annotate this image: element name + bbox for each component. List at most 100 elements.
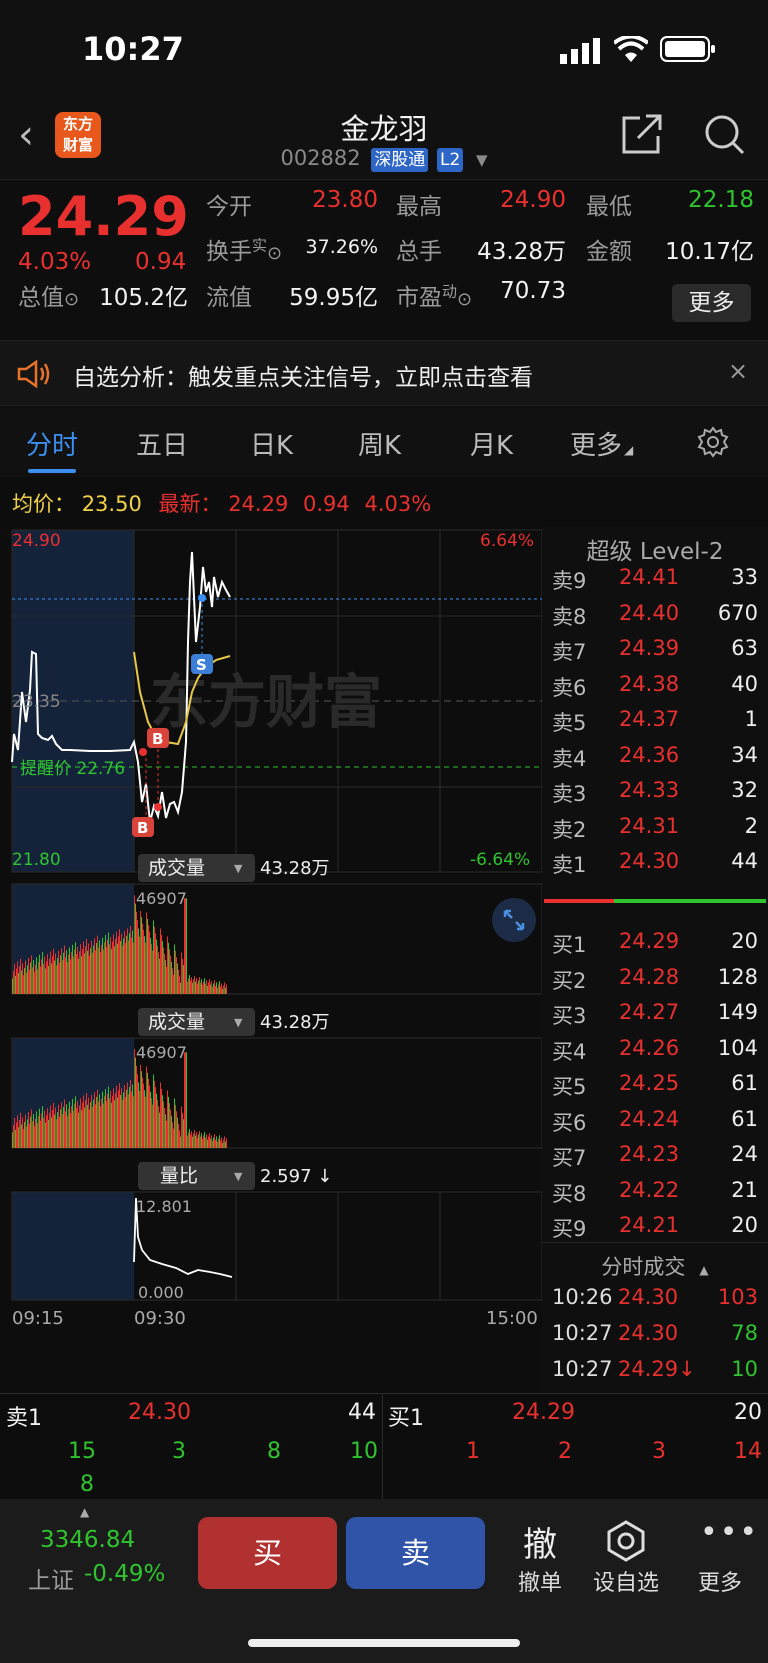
volume-bar <box>196 1132 197 1148</box>
volume-bar <box>168 1096 169 1148</box>
volume-bar <box>143 929 144 994</box>
ask-row[interactable]: 卖7 24.39 63 <box>542 636 768 671</box>
add-watchlist-label[interactable]: 设自选 <box>586 1565 666 1597</box>
ask-price: 24.33 <box>618 778 680 802</box>
share-icon[interactable] <box>620 112 664 156</box>
tab-monthly[interactable]: 月K <box>470 425 513 462</box>
open-value: 23.80 <box>312 187 378 213</box>
volume-bar <box>111 1102 112 1148</box>
search-icon[interactable] <box>702 112 746 156</box>
bid-row[interactable]: 买2 24.28 128 <box>542 965 768 1000</box>
bid-row[interactable]: 买4 24.26 104 <box>542 1036 768 1071</box>
volume-bar <box>160 1082 161 1148</box>
cancel-order-label[interactable]: 撤单 <box>504 1565 576 1597</box>
volume-bar <box>109 1098 110 1148</box>
bid-row[interactable]: 买5 24.25 61 <box>542 1071 768 1106</box>
level2-title: 超级 Level-2 <box>586 539 724 565</box>
volume-bar <box>163 947 164 994</box>
volume-bar <box>135 903 136 994</box>
volume-bar <box>178 1123 179 1148</box>
intraday-chart[interactable]: 东方财富 S B B 24.90 6.64% 23.35 提醒价 22.76 2… <box>0 522 542 1392</box>
level2-panel[interactable]: 超级 Level-2 卖9 24.41 33 卖8 24.40 670 卖7 24.39 63 卖… <box>542 527 768 1242</box>
ask-row[interactable]: 卖1 24.30 44 <box>542 849 768 884</box>
volume-bar <box>15 975 16 994</box>
volume-bar <box>201 1133 202 1148</box>
hk-connect-badge: 深股通 <box>371 148 429 172</box>
volume-bar <box>100 1106 101 1148</box>
ratio-value: 2.597 ↓ <box>260 1166 332 1187</box>
volume-bar <box>59 962 60 994</box>
expand-button[interactable] <box>492 898 536 942</box>
volume-bar <box>132 930 133 994</box>
volume-bar <box>71 1106 72 1148</box>
watchlist-icon[interactable] <box>604 1519 648 1563</box>
volume-bar <box>98 1101 99 1148</box>
ask-row[interactable]: 卖3 24.33 32 <box>542 778 768 813</box>
volume-bar <box>75 942 76 994</box>
bid-ratio-bar <box>614 899 766 903</box>
ask-row[interactable]: 卖8 24.40 670 <box>542 601 768 636</box>
tab-daily[interactable]: 日K <box>250 425 293 462</box>
chevron-up-icon[interactable]: ▲ <box>80 1505 89 1519</box>
volume-bar <box>76 954 77 994</box>
tab-more[interactable]: 更多 ◢ <box>570 425 633 462</box>
volume-bar <box>162 1095 163 1148</box>
volume-bar <box>210 984 211 994</box>
volume-bar <box>50 1105 51 1148</box>
volume-bar <box>77 1100 78 1148</box>
quote-panel: 24.29 4.03% 0.94 今开 23.80 最高 24.90 最低 22… <box>0 181 768 339</box>
volume-bar <box>68 954 69 994</box>
bid-row[interactable]: 买1 24.29 20 <box>542 929 768 964</box>
ask-row[interactable]: 卖4 24.36 34 <box>542 743 768 778</box>
gear-icon[interactable] <box>696 425 730 459</box>
tab-intraday[interactable]: 分时 <box>26 425 78 462</box>
volume-bar <box>146 1066 147 1148</box>
volume-bar <box>187 981 188 994</box>
turnover-value: 37.26% <box>305 236 378 258</box>
tick-panel[interactable]: 分时成交 ▲ 10:26 24.30 103 10:27 24.30 78 10:27 24.2… <box>542 1242 768 1392</box>
bid-row[interactable]: 买7 24.23 24 <box>542 1142 768 1177</box>
volume-bar <box>107 939 108 994</box>
volume-bar <box>16 968 17 994</box>
volume-bar <box>31 955 32 994</box>
buy-button[interactable]: 买 <box>198 1517 337 1589</box>
volume-bar <box>70 1113 71 1148</box>
sell-button[interactable]: 卖 <box>346 1517 485 1589</box>
close-icon[interactable]: × <box>728 357 748 385</box>
volume-bar <box>204 1132 205 1148</box>
index-value[interactable]: 3346.84 <box>40 1527 135 1553</box>
volume-bar <box>130 1079 131 1148</box>
more-quote-button[interactable]: 更多 <box>672 284 751 322</box>
sell-marker-label: S <box>196 656 207 674</box>
tab-5day[interactable]: 五日 <box>136 425 188 462</box>
volume-bar <box>44 956 45 994</box>
volume-bar <box>181 952 182 994</box>
ask-row[interactable]: 卖5 24.37 1 <box>542 707 768 742</box>
ask-row[interactable]: 卖6 24.38 40 <box>542 672 768 707</box>
volume-bar <box>23 975 24 994</box>
volume-bar <box>214 1134 215 1148</box>
open-label: 今开 <box>206 194 252 220</box>
volume-bar <box>93 1099 94 1148</box>
ask-row[interactable]: 卖9 24.41 33 <box>542 565 768 600</box>
volume-bar <box>43 963 44 994</box>
bid-row[interactable]: 买8 24.22 21 <box>542 1178 768 1213</box>
volume-bar <box>202 1138 203 1148</box>
bottom-bar: ▲ 3346.84 上证 -0.49% 买 卖 撤 撤单 设自选 ••• 更多 <box>0 1499 768 1663</box>
more-label[interactable]: 更多 <box>690 1565 750 1597</box>
change-amount: 0.94 <box>135 249 187 275</box>
volume-bar <box>52 1110 53 1148</box>
pe-sup: 动 <box>442 282 458 301</box>
volume-bar <box>103 1103 104 1148</box>
cancel-icon[interactable]: 撤 <box>504 1517 576 1566</box>
ask-row[interactable]: 卖2 24.31 2 <box>542 814 768 849</box>
bid-row[interactable]: 买3 24.27 149 <box>542 1000 768 1035</box>
bid-row[interactable]: 买6 24.24 61 <box>542 1107 768 1142</box>
volume-bar <box>131 1091 132 1148</box>
volume-bar <box>102 1091 103 1148</box>
more-icon[interactable]: ••• <box>700 1515 759 1550</box>
volume-bar <box>139 936 140 994</box>
tab-weekly[interactable]: 周K <box>358 425 401 462</box>
alert-banner[interactable]: 自选分析：触发重点关注信号，立即点击查看 × <box>0 340 768 406</box>
volume-bar <box>211 1135 212 1148</box>
